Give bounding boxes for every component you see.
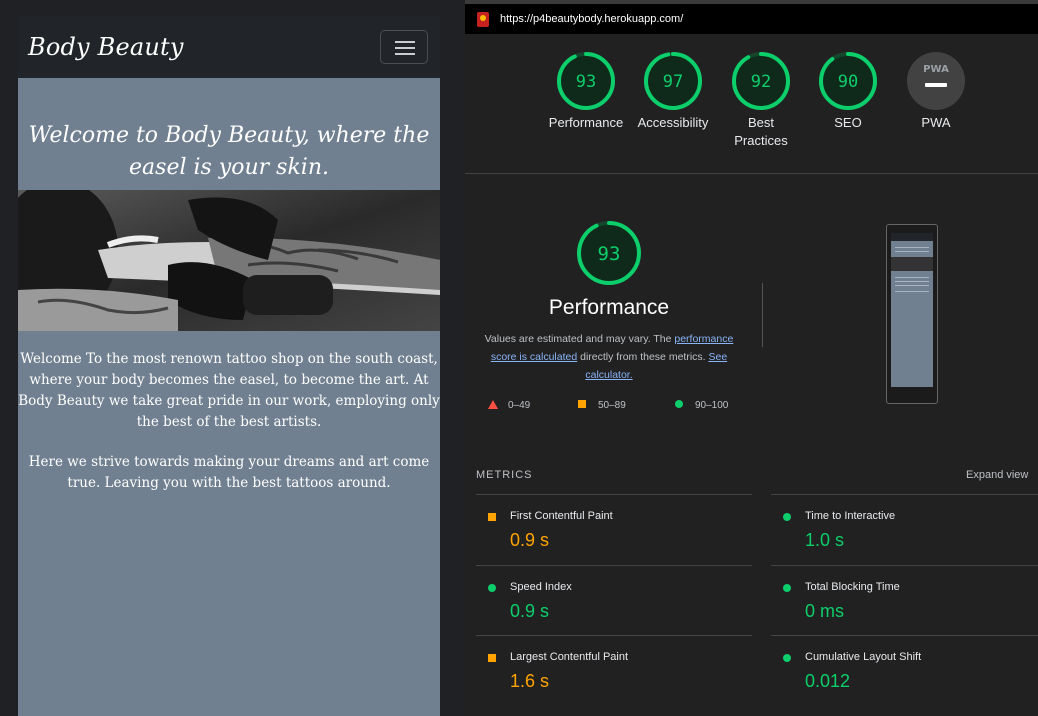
mission-paragraph: Here we strive towards making your dream… (28, 454, 430, 491)
thumb-line (895, 285, 929, 286)
gauge-label: Accessibility (637, 115, 709, 130)
performance-gauge-icon: 93 (577, 221, 641, 285)
hamburger-icon (395, 53, 415, 55)
gauge-score: 92 (751, 72, 771, 92)
gauge-score: 93 (576, 72, 596, 92)
metric-name: Cumulative Layout Shift (805, 651, 922, 663)
site-brand-link[interactable]: Body Beauty (28, 33, 184, 61)
score-gauge-icon: 97 (644, 52, 702, 110)
thumb-line (895, 277, 929, 278)
desc-text: Values are estimated and may vary. The (484, 333, 675, 345)
gauge-best-practices[interactable]: 92 Best Practices (716, 50, 806, 150)
thumbnail-screen (891, 233, 933, 387)
performance-score: 93 (598, 243, 621, 265)
divider (465, 173, 1038, 174)
lighthouse-report: https://p4beautybody.herokuapp.com/ 93 P… (465, 0, 1038, 716)
legend-pass-label: 90–100 (695, 400, 729, 411)
tattoo-hero-image (18, 190, 440, 331)
gauge-performance[interactable]: 93 Performance (541, 50, 631, 132)
divider (762, 283, 763, 347)
legend-average-label: 50–89 (598, 400, 626, 411)
legend-fail-label: 0–49 (508, 400, 531, 411)
metric-name: Time to Interactive (805, 510, 896, 522)
report-url-link[interactable]: https://p4beautybody.herokuapp.com/ (500, 13, 683, 25)
metric-name: Total Blocking Time (805, 581, 900, 593)
square-icon (488, 654, 496, 662)
gauge-accessibility[interactable]: 97 Accessibility (628, 50, 718, 132)
square-icon (578, 400, 586, 408)
thumb-line (895, 291, 929, 292)
pwa-badge-text: PWA (923, 64, 949, 75)
gauge-score: 90 (838, 72, 858, 92)
metric-value: 1.6 s (510, 671, 550, 691)
score-gauge-icon: 93 (557, 52, 615, 110)
metric-value: 0 ms (805, 601, 845, 621)
triangle-icon (488, 400, 498, 409)
pwa-badge-icon: PWA (907, 52, 965, 110)
metric-cell: Cumulative Layout Shift 0.012 (771, 635, 1038, 706)
thumb-image (891, 257, 933, 271)
gauge-label: Performance (548, 115, 624, 130)
metric-cell: Total Blocking Time 0 ms (771, 565, 1038, 636)
hamburger-icon (395, 47, 415, 49)
final-screenshot-thumbnail[interactable] (886, 224, 938, 404)
legend-average: 50–89 (578, 400, 626, 411)
legend-pass: 90–100 (675, 400, 728, 411)
metric-cell: Time to Interactive 1.0 s (771, 494, 1038, 565)
site-page: Body Beauty Welcome to Body Beauty, wher… (18, 16, 440, 716)
circle-icon (783, 513, 791, 521)
circle-icon (783, 584, 791, 592)
score-gauge-icon: 90 (819, 52, 877, 110)
gauge-label: SEO (834, 115, 862, 130)
score-gauge-icon: 92 (732, 52, 790, 110)
metric-value: 0.9 s (510, 601, 550, 621)
thumb-nav (891, 233, 933, 241)
metric-cell: First Contentful Paint 0.9 s (476, 494, 752, 565)
metric-name: First Contentful Paint (510, 510, 613, 522)
circle-icon (783, 654, 791, 662)
performance-description: Values are estimated and may vary. The p… (477, 330, 741, 384)
metric-value: 0.012 (805, 671, 851, 691)
site-navbar: Body Beauty (18, 16, 440, 78)
report-topbar: https://p4beautybody.herokuapp.com/ (465, 0, 1038, 34)
legend-fail: 0–49 (488, 400, 530, 411)
metric-name: Largest Contentful Paint (510, 651, 629, 663)
intro-paragraph: Welcome To the most renown tattoo shop o… (18, 351, 440, 430)
metric-value: 1.0 s (805, 530, 845, 550)
welcome-heading: Welcome to Body Beauty, where the easel … (28, 123, 430, 180)
metric-name: Speed Index (510, 581, 572, 593)
gauge-seo[interactable]: 90 SEO (803, 50, 893, 132)
metric-cell: Largest Contentful Paint 1.6 s (476, 635, 752, 706)
thumb-line (895, 251, 929, 252)
gauge-score: 97 (663, 72, 683, 92)
desc-text: directly from these metrics. (577, 351, 709, 363)
navbar-toggler-button[interactable] (380, 30, 428, 64)
gauge-pwa[interactable]: PWA PWA (891, 50, 981, 132)
thumb-line (895, 247, 929, 248)
performance-title: Performance (548, 296, 670, 319)
thumb-line (895, 281, 929, 282)
mobile-preview-frame: Body Beauty Welcome to Body Beauty, wher… (0, 0, 462, 716)
hamburger-icon (395, 41, 415, 43)
expand-view-button[interactable]: Expand view (966, 469, 1028, 481)
gauge-label: PWA (921, 115, 951, 130)
gauge-label: Best Practices (734, 115, 788, 148)
square-icon (488, 513, 496, 521)
circle-icon (488, 584, 496, 592)
circle-icon (675, 400, 683, 408)
metric-cell: Speed Index 0.9 s (476, 565, 752, 636)
metric-value: 0.9 s (510, 530, 550, 550)
lighthouse-favicon-icon (477, 12, 489, 27)
metrics-heading: METRICS (476, 469, 533, 481)
